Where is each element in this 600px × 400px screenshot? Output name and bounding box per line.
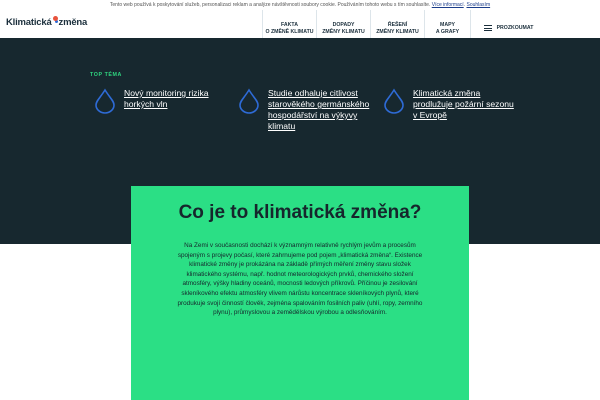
hamburger-icon xyxy=(483,25,492,31)
cookie-text: Tento web používá k poskytování služeb, … xyxy=(109,2,431,8)
site-logo[interactable]: Klimatická změna xyxy=(6,16,88,28)
nav-item-label: ŘEŠENÍ xyxy=(387,22,408,28)
intro-heading: Co je to klimatická změna? xyxy=(178,202,422,223)
nav-item-label: DOPADY xyxy=(332,22,355,28)
intro-text: Na Zemi v současnosti dochází k významný… xyxy=(177,242,423,317)
topic-link-2[interactable]: Studie odhaluje citlivost starověkého ge… xyxy=(238,88,370,132)
topic-title: Studie odhaluje citlivost starověkého ge… xyxy=(268,88,370,131)
nav-item-sublabel: O ZMĚNĚ KLIMATU xyxy=(265,29,314,35)
logo-text-part1: Klimatická xyxy=(6,17,52,28)
explore-label: PROZKOUMAT xyxy=(496,25,534,31)
topic-link-1[interactable]: Nový monitoring rizika horkých vln xyxy=(94,88,224,114)
logo-text-part2: změna xyxy=(58,17,88,28)
site-header: Klimatická změna FAKTA O ZMĚNĚ KLIMATU DOP… xyxy=(0,10,600,46)
intro-card: Co je to klimatická změna? Na Zemi v sou… xyxy=(131,186,469,400)
nav-item-label: FAKTA xyxy=(281,22,298,28)
topic-link-3[interactable]: Klimatická změna prodlužuje požární sezo… xyxy=(383,88,517,121)
cookie-more-link[interactable]: Více informací xyxy=(432,2,464,8)
nav-item-sublabel: ZMĚNY KLIMATU xyxy=(376,29,419,35)
topic-title: Klimatická změna prodlužuje požární sezo… xyxy=(413,88,514,120)
water-drop-icon xyxy=(95,88,115,114)
topic-title: Nový monitoring rizika horkých vln xyxy=(124,88,209,109)
top-topics-label: TOP TÉMA xyxy=(90,72,122,78)
cookie-agree-link[interactable]: Souhlasím xyxy=(466,2,490,8)
water-drop-icon xyxy=(239,88,259,114)
water-drop-icon xyxy=(384,88,404,114)
nav-item-sublabel: A GRAFY xyxy=(435,29,460,35)
cookie-bar: Tento web používá k poskytování služeb, … xyxy=(0,0,600,10)
nav-item-sublabel: ZMĚNY KLIMATU xyxy=(322,29,365,35)
nav-item-label: MAPY xyxy=(440,22,455,28)
logo-dot-icon xyxy=(52,16,58,21)
